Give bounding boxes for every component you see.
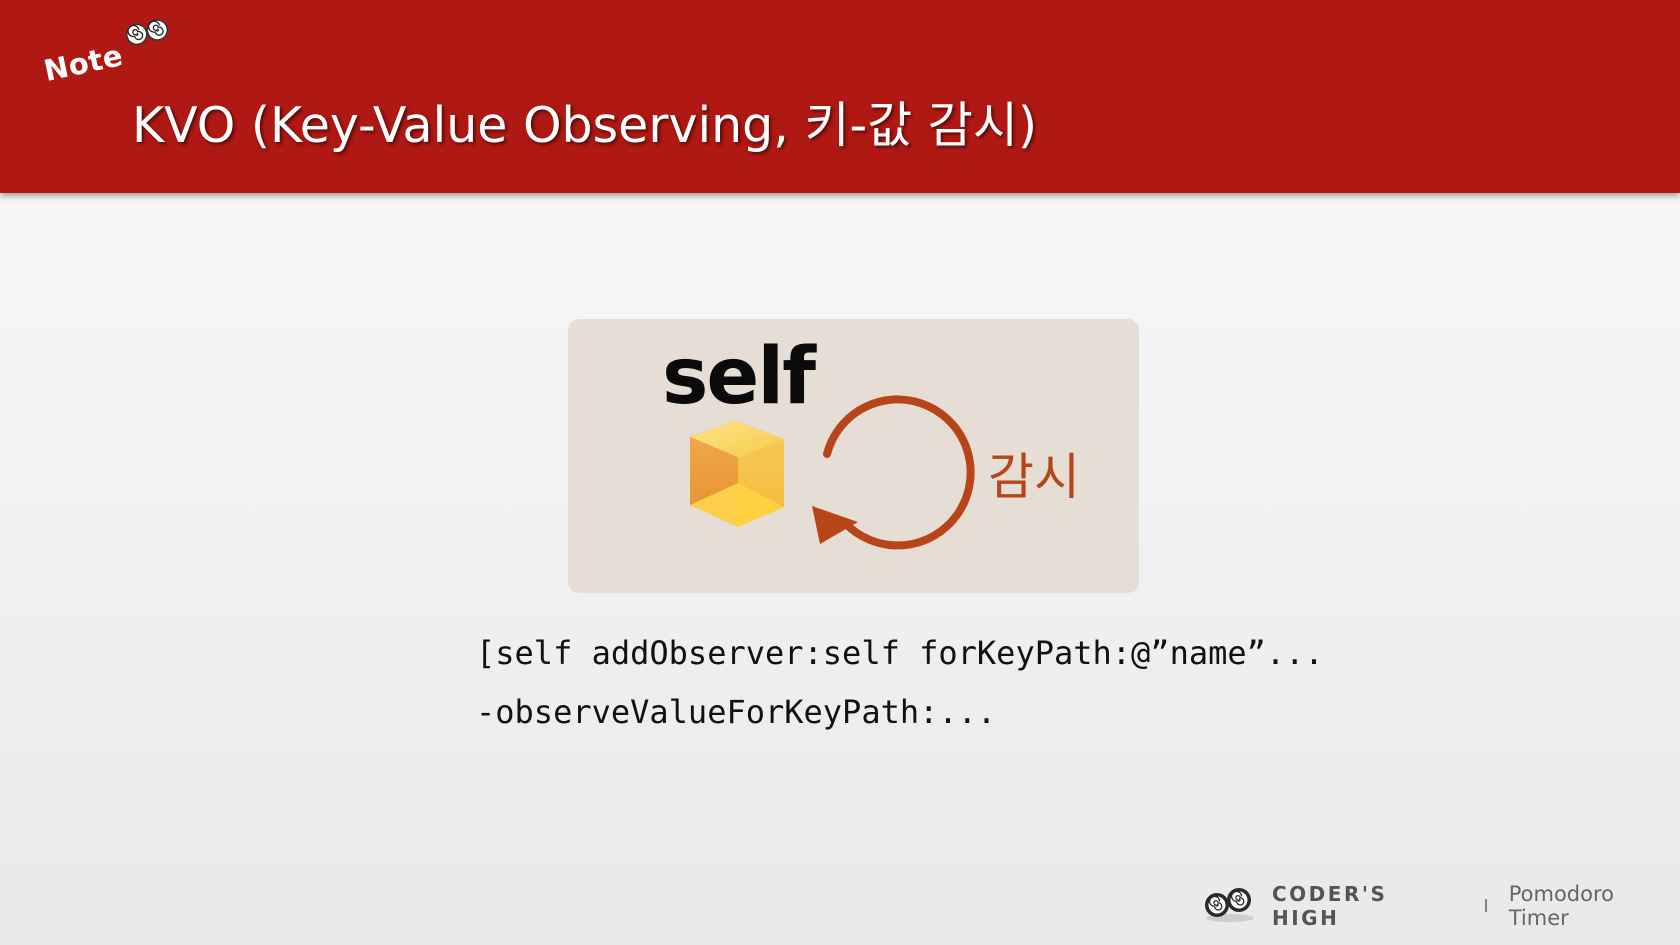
- slide: Note KVO (Key-Value Observing, 키-값 감시) s…: [0, 0, 1680, 945]
- observe-arrow-icon: [805, 395, 990, 574]
- note-badge: Note: [39, 19, 177, 88]
- header-bar: Note KVO (Key-Value Observing, 키-값 감시): [0, 0, 1680, 193]
- page-title: KVO (Key-Value Observing, 키-값 감시): [132, 97, 1038, 154]
- spiral-eyes-icon: [122, 14, 173, 51]
- code-line-observe-value: -observeValueForKeyPath:...: [476, 693, 997, 731]
- brand-name: CODER'S HIGH: [1272, 882, 1388, 930]
- observe-label: 감시: [988, 448, 1080, 506]
- code-line-add-observer: [self addObserver:self forKeyPath:@”name…: [476, 634, 1324, 672]
- app-name: Pomodoro Timer: [1508, 882, 1614, 930]
- footer: CODER'S HIGH I Pomodoro Timer: [1200, 882, 1680, 930]
- self-object-label: self: [662, 332, 816, 422]
- footer-separator: I: [1483, 895, 1489, 917]
- note-badge-text: Note: [40, 38, 126, 88]
- coders-high-logo: [1200, 884, 1258, 928]
- cube-icon: [680, 417, 792, 535]
